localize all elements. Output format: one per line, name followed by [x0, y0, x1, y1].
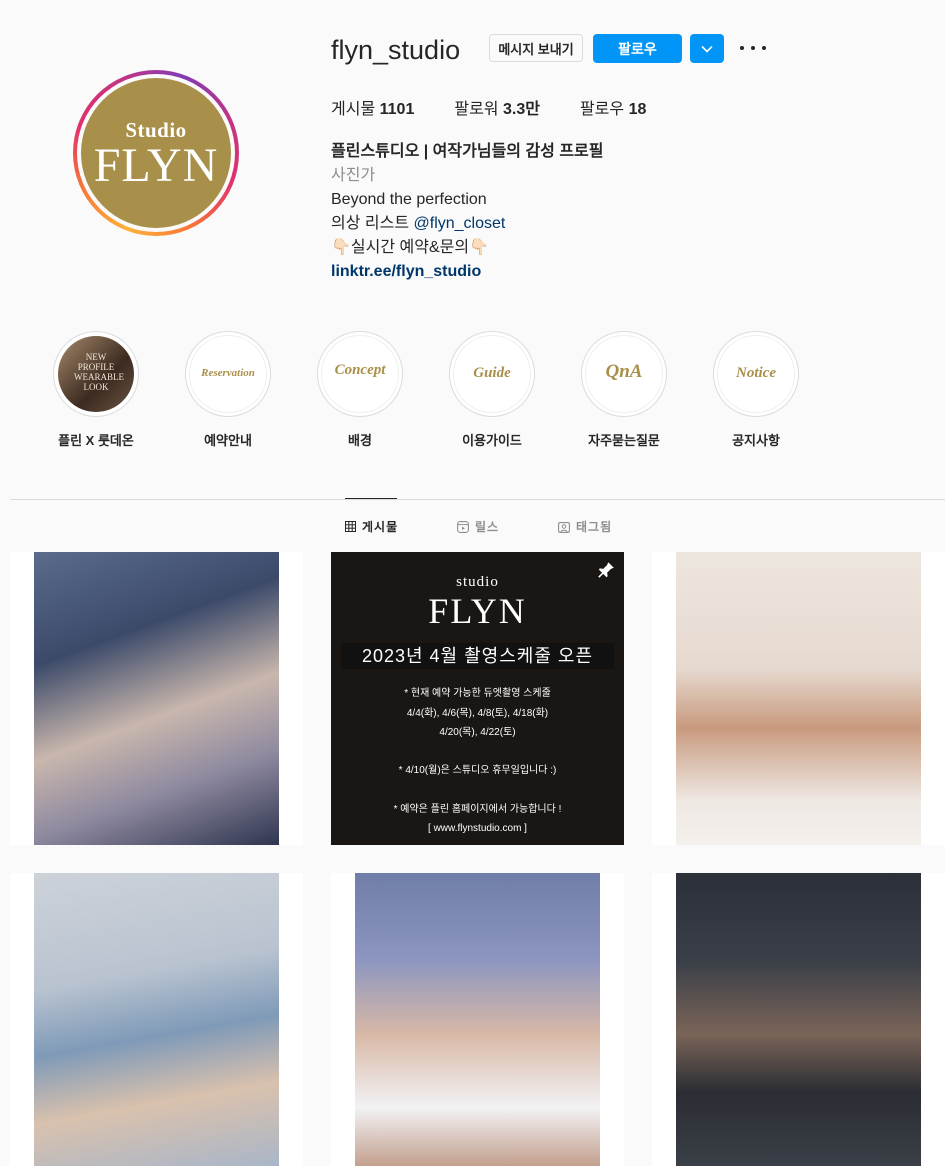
poster-line: * 현재 예약 가능한 듀엣촬영 스케줄 [404, 688, 551, 699]
more-dot-icon [751, 46, 755, 50]
profile-tabs: 게시물 릴스 태그됨 [0, 518, 945, 534]
avatar-inner-ring: Studio FLYN [77, 74, 235, 232]
tab-reels[interactable]: 릴스 [457, 518, 499, 535]
bio-line-3: 👇🏻실시간 예약&문의👇🏻 [331, 236, 604, 260]
chevron-down-icon [701, 45, 713, 53]
bio-category: 사진가 [331, 167, 376, 184]
schedule-poster: studio FLYN 2023년 4월 촬영스케줄 오픈 * 현재 예약 가능… [331, 552, 624, 845]
highlight-item[interactable]: NEW PROFILE WEARABLE LOOK 플린 X 룻데온 [52, 331, 140, 449]
profile-stats: 게시물 1101 팔로워 3.3만 팔로우 18 [331, 95, 686, 119]
post-thumbnail[interactable] [652, 552, 945, 845]
avatar-image: Studio FLYN [81, 78, 231, 228]
posts-label: 게시물 [331, 101, 376, 118]
pin-icon [598, 562, 614, 578]
suggested-accounts-button[interactable] [690, 34, 724, 63]
send-message-button[interactable]: 메시지 보내기 [489, 34, 583, 62]
tab-tagged[interactable]: 태그됨 [558, 518, 612, 535]
highlight-cover-text: NEW PROFILE WEARABLE LOOK [74, 352, 124, 392]
following-label: 팔로우 [579, 101, 625, 118]
tab-reels-label: 릴스 [475, 520, 500, 534]
highlight-cover-text: Notice [736, 365, 776, 381]
tab-posts-label: 게시물 [362, 520, 399, 534]
highlight-cover-text: Guide [473, 365, 511, 381]
bio-line-1: Beyond the perfection [331, 191, 487, 208]
poster-headline: 2023년 4월 촬영스케줄 오픈 [341, 643, 614, 669]
bio-line-2: 의상 리스트 @flyn_closet [331, 212, 604, 236]
post-thumbnail[interactable] [10, 873, 303, 1166]
pointing-down-icon: 👇🏻 [469, 239, 490, 256]
poster-line: [ www.flynstudio.com ] [428, 823, 527, 834]
avatar-flyn-text: FLYN [93, 139, 219, 192]
highlight-cover: Reservation [185, 331, 271, 417]
highlight-item[interactable]: Guide 이용가이드 [448, 331, 536, 449]
highlight-item[interactable]: Notice 공지사항 [712, 331, 800, 449]
following-value: 18 [628, 101, 647, 118]
highlight-cover: NEW PROFILE WEARABLE LOOK [53, 331, 139, 417]
post-photo [34, 873, 279, 1166]
highlight-item[interactable]: QnA 자주묻는질문 [580, 331, 668, 449]
grid-icon [345, 521, 356, 532]
highlight-cover: Guide [449, 331, 535, 417]
pin-icon [279, 562, 293, 576]
followers-value: 3.3만 [502, 101, 540, 118]
post-thumbnail[interactable] [331, 873, 624, 1166]
posts-count: 게시물 1101 [331, 95, 414, 119]
bio-name: 플린스튜디오 | 여작가님들의 감성 프로필 [331, 143, 604, 160]
post-photo [676, 873, 921, 1166]
bio-line-2-text: 의상 리스트 [331, 215, 414, 232]
more-options-button[interactable] [740, 38, 766, 58]
tagged-user-icon [558, 521, 570, 533]
highlight-cover-text: Concept [334, 362, 386, 378]
more-dot-icon [740, 46, 744, 50]
followers-count[interactable]: 팔로워 3.3만 [454, 95, 540, 119]
highlight-cover-text: QnA [605, 361, 643, 382]
followers-label: 팔로워 [454, 101, 499, 118]
pointing-down-icon: 👇🏻 [331, 239, 351, 256]
poster-line: * 4/10(월)은 스튜디오 휴무일입니다 :) [398, 765, 557, 776]
highlight-label: 예약안내 [204, 433, 252, 448]
highlight-label: 이용가이드 [462, 433, 522, 448]
poster-line: 4/4(화), 4/6(목), 4/8(토), 4/18(화) [406, 708, 549, 719]
highlight-cover: Notice [713, 331, 799, 417]
highlight-item[interactable]: Reservation 예약안내 [184, 331, 272, 449]
post-photo [355, 873, 600, 1166]
post-photo [676, 552, 921, 845]
poster-line: 4/20(목), 4/22(토) [439, 727, 516, 738]
highlight-item[interactable]: Concept 배경 [316, 331, 404, 449]
highlight-cover: Concept [317, 331, 403, 417]
poster-studio-text: studio [456, 574, 499, 590]
more-dot-icon [762, 46, 766, 50]
avatar[interactable]: Studio FLYN [73, 70, 239, 236]
highlight-label: 공지사항 [732, 433, 780, 448]
poster-line: * 예약은 플린 홈페이지에서 가능합니다 ! [393, 804, 562, 815]
profile-username: flyn_studio [331, 35, 461, 65]
highlight-cover-text: Reservation [201, 367, 255, 379]
tab-posts[interactable]: 게시물 [345, 518, 398, 535]
highlight-label: 배경 [348, 433, 372, 448]
following-count[interactable]: 팔로우 18 [580, 95, 646, 119]
post-photo [34, 552, 279, 845]
tabs-divider [10, 499, 945, 500]
posts-value: 1101 [379, 101, 415, 118]
closet-mention-link[interactable]: @flyn_closet [414, 215, 506, 232]
tab-tagged-label: 태그됨 [576, 520, 613, 534]
bio-line-3-text: 실시간 예약&문의 [350, 239, 470, 256]
post-thumbnail[interactable]: studio FLYN 2023년 4월 촬영스케줄 오픈 * 현재 예약 가능… [331, 552, 624, 845]
reels-icon [457, 520, 469, 533]
pin-icon [921, 562, 935, 576]
highlight-label: 플린 X 룻데온 [58, 433, 134, 448]
bio-website-link[interactable]: linktr.ee/flyn_studio [331, 260, 604, 284]
follow-button[interactable]: 팔로우 [593, 34, 682, 63]
poster-flyn-text: FLYN [428, 591, 527, 631]
active-tab-indicator [345, 498, 397, 499]
post-thumbnail[interactable] [10, 552, 303, 845]
post-thumbnail[interactable] [652, 873, 945, 1166]
profile-bio: 플린스튜디오 | 여작가님들의 감성 프로필 사진가 Beyond the pe… [331, 140, 604, 284]
highlight-cover: QnA [581, 331, 667, 417]
highlight-label: 자주묻는질문 [588, 433, 660, 448]
